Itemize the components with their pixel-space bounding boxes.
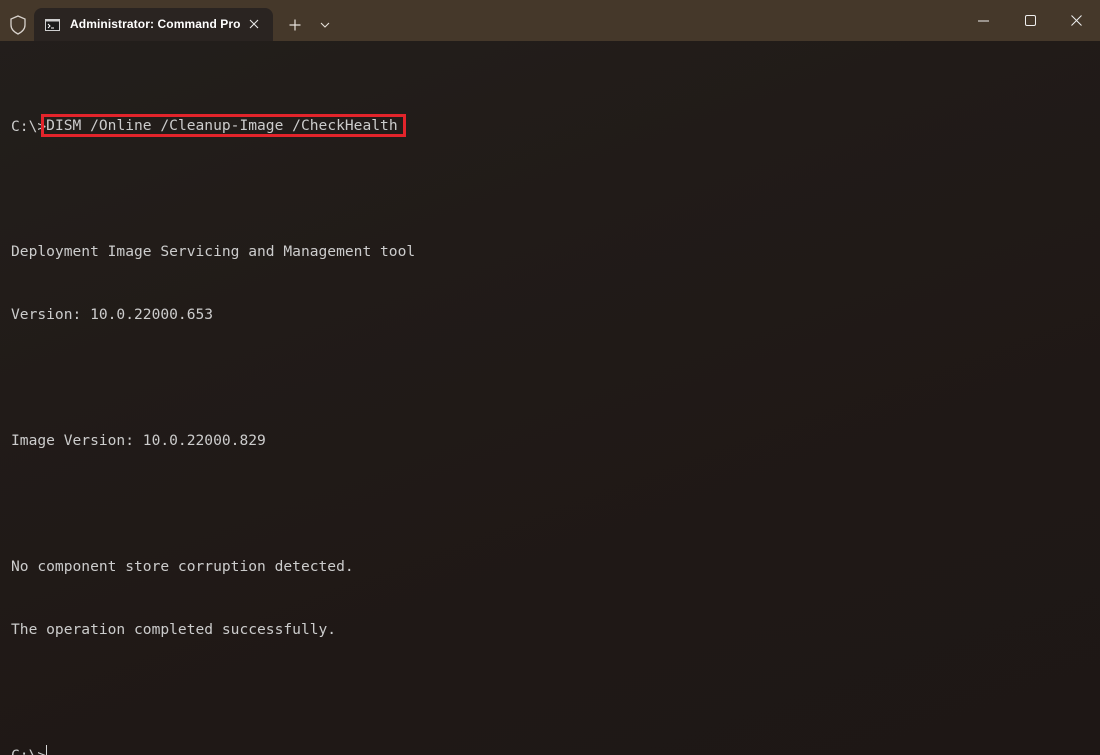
title-bar[interactable]: Administrator: Command Pro (0, 0, 1100, 41)
tab-title: Administrator: Command Pro (70, 17, 241, 31)
text-cursor (46, 745, 48, 755)
prompt: C:\> (11, 747, 46, 755)
minimize-button[interactable] (960, 0, 1006, 41)
close-icon (1070, 15, 1082, 26)
output-line: Deployment Image Servicing and Managemen… (11, 243, 416, 260)
output-line: No component store corruption detected. (11, 558, 354, 575)
prompt-line: C:\> (11, 745, 1091, 755)
close-window-button[interactable] (1053, 0, 1099, 41)
new-tab-button[interactable] (284, 14, 306, 36)
tab-command-prompt[interactable]: Administrator: Command Pro (34, 8, 273, 41)
highlighted-command: DISM /Online /Cleanup-Image /CheckHealth (41, 114, 406, 137)
shield-icon (9, 15, 27, 35)
command-line: C:\>DISM /Online /Cleanup-Image /CheckHe… (11, 114, 1091, 137)
tab-dropdown-button[interactable] (316, 16, 334, 34)
maximize-button[interactable] (1007, 0, 1053, 41)
close-tab-button[interactable] (246, 16, 262, 32)
command-prompt-icon (45, 18, 60, 31)
close-icon (249, 19, 259, 29)
output-line: The operation completed successfully. (11, 621, 337, 638)
terminal-output[interactable]: C:\> DISM /Online /Cleanup-Image /CheckHe… (11, 73, 1091, 755)
output-line: Image Version: 10.0.22000.829 (11, 432, 266, 449)
maximize-icon (1024, 15, 1036, 26)
terminal-window: Administrator: Command Pro C:\>DISM /Onl… (0, 0, 1100, 755)
output-line: Version: 10.0.22000.653 (11, 306, 214, 323)
chevron-down-icon (320, 22, 330, 28)
minimize-icon (977, 20, 989, 21)
plus-icon (289, 19, 301, 31)
command-text: DISM /Online /Cleanup-Image /CheckHealth (46, 117, 398, 134)
